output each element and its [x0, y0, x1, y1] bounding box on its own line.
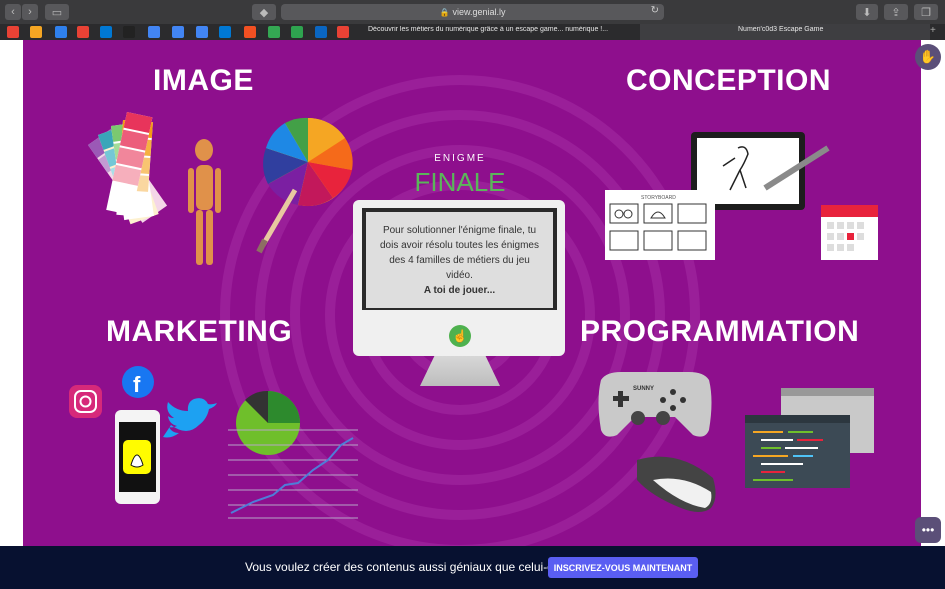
svg-text:f: f [133, 372, 141, 397]
enigme-label: ENIGME [434, 153, 486, 164]
color-swatch-icon [88, 112, 168, 225]
mannequin-icon [188, 139, 221, 265]
chevron-left-icon: ‹ [11, 6, 15, 18]
tag-icon: ◆ [259, 6, 269, 19]
url-text: view.genial.ly [452, 7, 506, 17]
color-wheel-icon [256, 117, 353, 254]
bookmark-favicon-icon[interactable] [55, 26, 67, 38]
banner-text: Vous voulez créer des contenus aussi gén… [245, 560, 566, 574]
bookmark-favicon-icon[interactable] [148, 26, 160, 38]
bookmark-favicon-icon[interactable] [337, 26, 349, 38]
lock-icon: 🔒 [439, 7, 450, 17]
gamepad-label: SUNNY [633, 386, 654, 392]
title-programmation: PROGRAMMATION [580, 315, 860, 348]
bookmark-favicon-icon[interactable] [196, 26, 208, 38]
tabs-button[interactable]: ❐ [914, 4, 938, 20]
browser-toolbar: ‹ › ▭ ◆ 🔒 view.genial.ly ↻ ⬇ ⇪ ❐ [0, 0, 945, 24]
share-icon: ⇪ [891, 6, 901, 19]
tabs-icon: ❐ [921, 6, 931, 19]
instagram-icon [69, 385, 102, 418]
enigma-cta: A toi de jouer... [423, 285, 496, 296]
monitor-message: Pour solutionner l'énigme finale, tu doi… [366, 212, 553, 308]
signup-button[interactable]: INSCRIVEZ-VOUS MAINTENANT [548, 557, 698, 578]
share-button[interactable]: ⇪ [884, 4, 908, 20]
back-button[interactable]: ‹ [5, 4, 21, 20]
title-marketing: MARKETING [106, 315, 293, 348]
snapchat-phone-icon [115, 410, 160, 504]
analytics-chart-icon [228, 390, 358, 519]
finale-label: FINALE [414, 167, 506, 197]
title-conception: CONCEPTION [626, 64, 832, 97]
facebook-icon: f [122, 366, 154, 398]
vr-headset-icon [637, 456, 716, 512]
calendar-icon [821, 205, 878, 260]
download-icon: ⬇ [862, 6, 872, 19]
ellipsis-icon: ••• [921, 523, 935, 537]
bookmark-favicon-icon[interactable] [30, 26, 42, 38]
new-tab-button[interactable]: + [930, 25, 936, 36]
code-window-icon [745, 388, 874, 488]
title-image: IMAGE [153, 64, 254, 97]
forward-button[interactable]: › [22, 4, 38, 20]
more-options-button[interactable]: ••• [915, 517, 941, 543]
bookmark-favicon-icon[interactable] [172, 26, 184, 38]
sidebar-button[interactable]: ▭ [45, 4, 69, 20]
storyboard-label: STORYBOARD [641, 195, 676, 201]
hand-icon: ✋ [919, 49, 937, 64]
enigma-instructions: Pour solutionner l'énigme finale, tu doi… [380, 225, 539, 281]
bookmark-favicon-icon[interactable] [244, 26, 256, 38]
bookmark-favicon-icon[interactable] [291, 26, 303, 38]
bookmark-favicon-icon[interactable] [315, 26, 327, 38]
bookmark-favicon-icon[interactable] [123, 26, 135, 38]
grab-tool-button[interactable]: ✋ [915, 44, 941, 70]
download-button[interactable]: ⬇ [856, 4, 878, 20]
pointer-hand-icon: ☝ [452, 329, 468, 343]
gamepad-icon: SUNNY [598, 372, 712, 437]
start-button[interactable]: ☝ [449, 325, 471, 347]
twitter-icon [163, 398, 217, 438]
storyboard-icon: STORYBOARD [605, 190, 715, 260]
bookmark-favicon-icon[interactable] [7, 26, 19, 38]
tag-button[interactable]: ◆ [252, 4, 276, 20]
tab-discover[interactable]: Découvrir les métiers du numérique grâce… [368, 26, 630, 39]
sidebar-icon: ▭ [51, 6, 63, 19]
reload-icon[interactable]: ↻ [651, 5, 659, 16]
bookmark-favicon-icon[interactable] [268, 26, 280, 38]
bookmark-favicon-icon[interactable] [77, 26, 89, 38]
address-bar[interactable]: 🔒 view.genial.ly ↻ [281, 4, 664, 20]
chevron-right-icon: › [28, 6, 32, 18]
bookmark-favicon-icon[interactable] [219, 26, 231, 38]
tab-escape-game[interactable]: Numeri'c0d3 Escape Game [738, 26, 848, 39]
plus-icon: + [930, 25, 936, 36]
bookmark-favicon-icon[interactable] [100, 26, 112, 38]
